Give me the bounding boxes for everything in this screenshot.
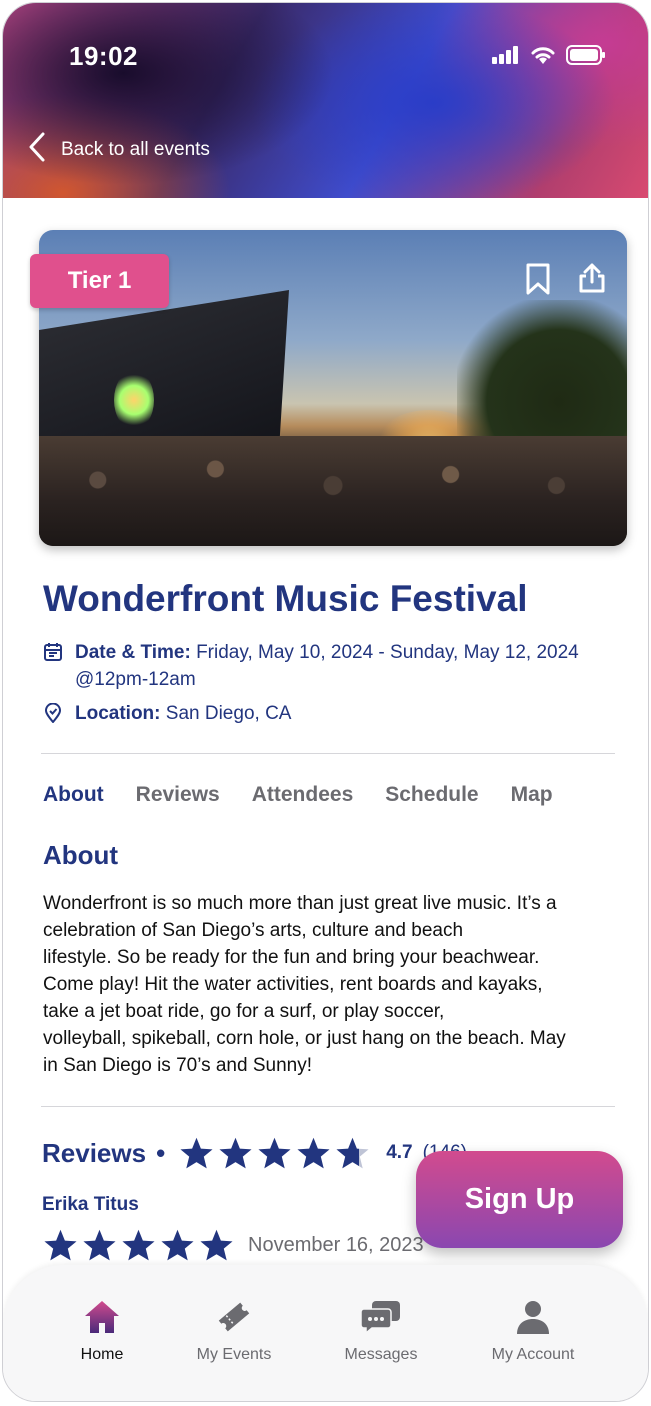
star-icon	[44, 1229, 77, 1261]
time-value: @12pm-12am	[75, 669, 196, 690]
tabbar-label: Messages	[344, 1346, 418, 1363]
average-rating-stars	[179, 1136, 370, 1170]
star-icon	[83, 1229, 116, 1261]
bottom-tab-bar: Home My Events Messages My Account	[3, 1265, 648, 1401]
user-icon	[515, 1299, 551, 1340]
divider	[41, 1106, 615, 1107]
reviewer-name: Erika Titus	[42, 1194, 139, 1215]
tabbar-item-messages[interactable]: Messages	[311, 1299, 451, 1364]
location-pin-icon	[43, 702, 63, 731]
wifi-icon	[530, 45, 556, 70]
star-icon	[161, 1229, 194, 1261]
star-icon	[297, 1137, 330, 1169]
section-tabs: About Reviews Attendees Schedule Map	[43, 783, 553, 807]
tab-schedule[interactable]: Schedule	[385, 783, 478, 807]
about-heading: About	[43, 840, 119, 870]
ticket-icon	[215, 1299, 253, 1340]
tab-about[interactable]: About	[43, 783, 104, 807]
location-value: San Diego, CA	[165, 703, 292, 724]
battery-icon	[566, 45, 606, 70]
chat-icon	[360, 1299, 402, 1340]
separator-dot: •	[156, 1137, 166, 1168]
review-rating: November 16, 2023	[43, 1228, 424, 1262]
reviews-heading: Reviews	[42, 1137, 147, 1168]
tabbar-label: Home	[80, 1346, 124, 1363]
calendar-icon	[43, 642, 63, 693]
tab-attendees[interactable]: Attendees	[252, 783, 354, 807]
tabbar-item-my-events[interactable]: My Events	[164, 1299, 304, 1364]
tabbar-item-my-account[interactable]: My Account	[463, 1299, 603, 1364]
star-icon	[200, 1229, 233, 1261]
tab-map[interactable]: Map	[511, 783, 553, 807]
header: 19:02 Back to all events	[3, 3, 648, 198]
back-label: Back to all events	[61, 138, 210, 160]
date-time-row: Date & Time: Friday, May 10, 2024 - Sund…	[43, 639, 579, 693]
partial-star-icon	[336, 1137, 369, 1169]
location-label: Location:	[75, 703, 161, 724]
reviews-summary: Reviews • 4.7 (146)	[42, 1136, 467, 1170]
sign-up-button[interactable]: Sign Up	[416, 1151, 623, 1248]
status-time: 19:02	[69, 41, 138, 71]
share-icon[interactable]	[577, 262, 607, 301]
about-description: Wonderfront is so much more than just gr…	[43, 893, 566, 1076]
average-rating: 4.7	[386, 1142, 413, 1163]
date-label: Date & Time:	[75, 642, 191, 663]
phone-screen: 19:02 Back to all events Tier 1 Wonderfr…	[2, 2, 649, 1402]
tab-reviews[interactable]: Reviews	[136, 783, 220, 807]
star-icon	[122, 1229, 155, 1261]
tabbar-label: My Events	[196, 1346, 272, 1363]
tabbar-item-home[interactable]: Home	[32, 1299, 172, 1364]
home-icon	[83, 1299, 121, 1340]
back-to-events-link[interactable]: Back to all events	[27, 131, 210, 168]
review-date: November 16, 2023	[248, 1233, 424, 1256]
tier-badge: Tier 1	[30, 254, 169, 308]
bookmark-icon[interactable]	[525, 262, 551, 301]
date-value: Friday, May 10, 2024 - Sunday, May 12, 2…	[196, 642, 579, 663]
divider	[41, 753, 615, 754]
hero-actions	[525, 262, 607, 301]
chevron-left-icon	[27, 131, 47, 168]
event-title: Wonderfront Music Festival	[43, 578, 528, 619]
status-icons	[492, 45, 606, 70]
star-icon	[258, 1137, 291, 1169]
star-icon	[219, 1137, 252, 1169]
tabbar-label: My Account	[491, 1346, 575, 1363]
signal-icon	[492, 46, 520, 69]
location-row: Location: San Diego, CA	[43, 700, 291, 731]
star-icon	[180, 1137, 213, 1169]
